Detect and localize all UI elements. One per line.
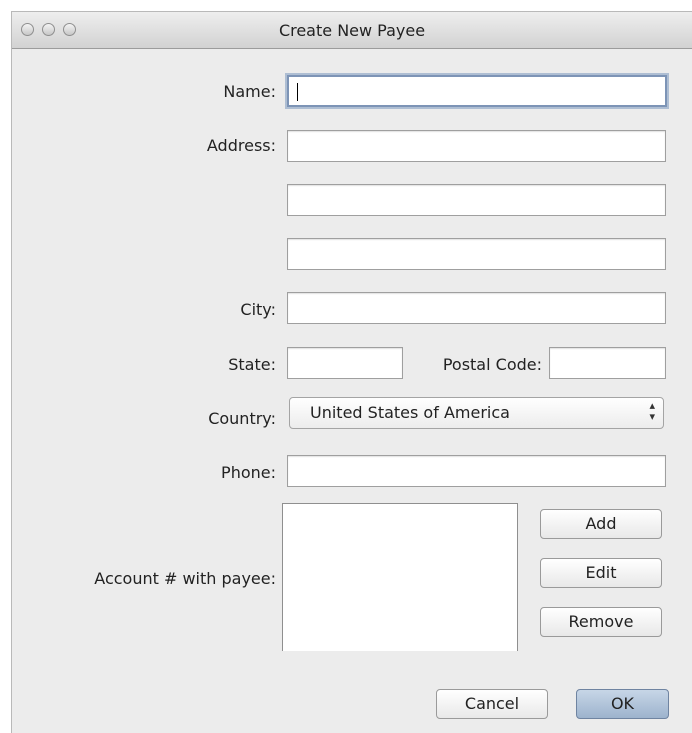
up-down-arrows-icon: ▴ ▾ <box>649 399 655 423</box>
cancel-button[interactable]: Cancel <box>436 689 548 719</box>
address-line-2-field[interactable] <box>287 184 666 216</box>
create-payee-dialog: Create New Payee Name: Address: City: St… <box>12 12 692 733</box>
account-number-label: Account # with payee: <box>94 569 276 588</box>
state-label: State: <box>228 355 276 374</box>
country-selected-value: United States of America <box>310 403 510 422</box>
address-label: Address: <box>206 136 276 155</box>
country-label: Country: <box>208 409 276 428</box>
city-label: City: <box>240 300 276 319</box>
title-bar: Create New Payee <box>12 12 692 49</box>
address-line-3-field[interactable] <box>287 238 666 270</box>
account-number-list[interactable] <box>282 503 518 651</box>
name-label: Name: <box>223 82 276 101</box>
ok-button[interactable]: OK <box>576 689 669 719</box>
city-field[interactable] <box>287 292 666 324</box>
phone-label: Phone: <box>221 463 276 482</box>
remove-button[interactable]: Remove <box>540 607 662 637</box>
state-field[interactable] <box>287 347 403 379</box>
name-field[interactable] <box>287 75 667 107</box>
add-button[interactable]: Add <box>540 509 662 539</box>
edit-button[interactable]: Edit <box>540 558 662 588</box>
phone-field[interactable] <box>287 455 666 487</box>
text-caret <box>297 83 298 101</box>
address-line-1-field[interactable] <box>287 130 666 162</box>
country-select[interactable]: United States of America ▴ ▾ <box>289 397 664 429</box>
window-title: Create New Payee <box>278 21 426 40</box>
postal-code-label: Postal Code: <box>442 355 542 374</box>
postal-code-field[interactable] <box>549 347 666 379</box>
